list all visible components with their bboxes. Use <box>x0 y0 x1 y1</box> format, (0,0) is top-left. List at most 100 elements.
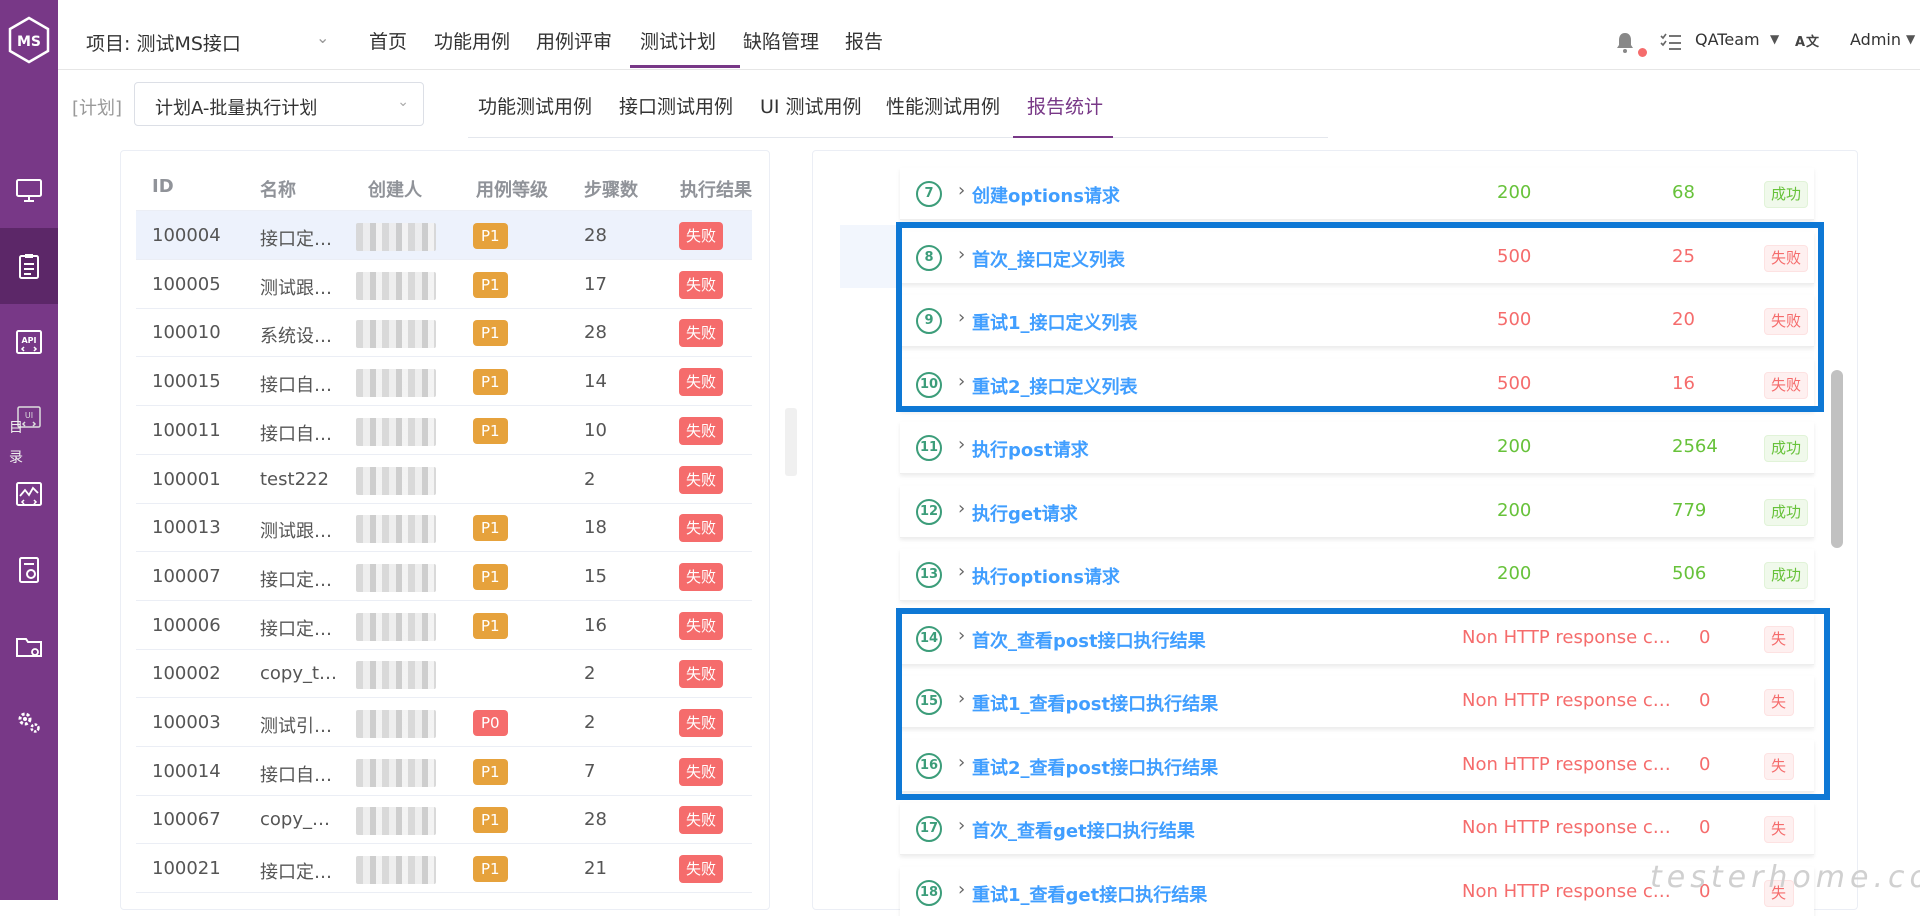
table-row[interactable]: 100003 测试引… P0 2 失败 <box>136 698 752 747</box>
table-row[interactable]: 100006 接口定… P1 16 失败 <box>136 601 752 650</box>
cell-name[interactable]: test222 <box>260 469 329 490</box>
table-row[interactable]: 100014 接口自… P1 7 失败 <box>136 747 752 796</box>
step-result-row[interactable]: 17 › 首次_查看get接口执行结果 Non HTTP response c… 0 失败 <box>900 803 1814 855</box>
metersphere-logo[interactable]: MS <box>8 16 50 64</box>
tab-ui-cases[interactable]: UI 测试用例 <box>760 92 862 119</box>
language-switch[interactable]: A文 <box>1795 31 1820 50</box>
expand-chevron-icon[interactable]: › <box>958 625 965 646</box>
sidebar-system-settings[interactable] <box>0 684 58 760</box>
sidebar-report[interactable] <box>0 532 58 608</box>
step-result-row[interactable]: 8 › 首次_接口定义列表 500 25 失败 <box>900 231 1814 284</box>
sidebar-api[interactable]: API <box>0 304 58 380</box>
cell-name[interactable]: 测试跟… <box>260 274 332 300</box>
sidebar-workbench[interactable] <box>0 152 58 228</box>
expand-chevron-icon[interactable]: › <box>958 244 965 265</box>
cell-name[interactable]: 系统设… <box>260 322 332 348</box>
step-name[interactable]: 重试2_查看post接口执行结果 <box>972 754 1218 780</box>
expand-chevron-icon[interactable]: › <box>958 371 965 392</box>
sidebar-project-settings[interactable] <box>0 608 58 684</box>
step-name[interactable]: 首次_查看post接口执行结果 <box>972 627 1206 653</box>
cell-name[interactable]: copy_… <box>260 809 330 830</box>
panel-splitter[interactable] <box>785 408 797 476</box>
column-header-level[interactable]: 用例等级 <box>476 176 548 202</box>
step-name[interactable]: 执行get请求 <box>972 500 1078 526</box>
cell-name[interactable]: copy_t… <box>260 663 337 684</box>
cell-name[interactable]: 接口自… <box>260 371 332 397</box>
step-result-row[interactable]: 11 › 执行post请求 200 2564 成功 <box>900 422 1814 474</box>
step-name[interactable]: 执行post请求 <box>972 436 1089 462</box>
tab-functional-cases[interactable]: 功能测试用例 <box>478 92 592 119</box>
cell-name[interactable]: 接口定… <box>260 225 332 251</box>
cell-name[interactable]: 接口定… <box>260 858 332 884</box>
step-name[interactable]: 首次_查看get接口执行结果 <box>972 817 1195 843</box>
bell-icon[interactable] <box>1614 30 1636 54</box>
expand-chevron-icon[interactable]: › <box>958 815 965 836</box>
sidebar-performance[interactable] <box>0 456 58 532</box>
table-row[interactable]: 100021 接口定… P1 21 失败 <box>136 844 752 894</box>
table-row[interactable]: 100005 测试跟… P1 17 失败 <box>136 260 752 309</box>
column-header-creator[interactable]: 创建人 <box>368 176 422 202</box>
tab-api-cases[interactable]: 接口测试用例 <box>619 92 733 119</box>
step-name[interactable]: 首次_接口定义列表 <box>972 246 1125 272</box>
step-name[interactable]: 创建options请求 <box>972 182 1120 208</box>
expand-chevron-icon[interactable]: › <box>958 434 965 455</box>
step-result-row[interactable]: 10 › 重试2_接口定义列表 500 16 失败 <box>900 358 1814 411</box>
nav-defect-management[interactable]: 缺陷管理 <box>743 27 819 54</box>
nav-case-review[interactable]: 用例评审 <box>536 27 612 54</box>
step-name[interactable]: 重试1_查看get接口执行结果 <box>972 881 1207 907</box>
step-name[interactable]: 执行options请求 <box>972 563 1120 589</box>
nav-report[interactable]: 报告 <box>845 27 883 54</box>
step-result-row[interactable]: 9 › 重试1_接口定义列表 500 20 失败 <box>900 295 1814 347</box>
plan-select[interactable]: 计划A-批量执行计划 ⌄ <box>134 82 424 126</box>
step-name[interactable]: 重试1_接口定义列表 <box>972 309 1138 335</box>
step-name[interactable]: 重试1_查看post接口执行结果 <box>972 690 1218 716</box>
project-selector[interactable]: 项目: 测试MS接口 <box>86 29 241 56</box>
nav-home[interactable]: 首页 <box>369 27 407 54</box>
expand-chevron-icon[interactable]: › <box>958 561 965 582</box>
cell-name[interactable]: 测试跟… <box>260 517 332 543</box>
vertical-scrollbar[interactable] <box>1831 370 1843 548</box>
sidebar-test-track[interactable] <box>0 228 58 304</box>
table-row[interactable]: 100007 接口定… P1 15 失败 <box>136 552 752 601</box>
cell-name[interactable]: 接口自… <box>260 761 332 787</box>
column-header-steps[interactable]: 步骤数 <box>584 176 638 202</box>
caret-down-icon[interactable]: ▼ <box>1770 32 1779 46</box>
expand-chevron-icon[interactable]: › <box>958 879 965 900</box>
step-result-row[interactable]: 13 › 执行options请求 200 506 成功 <box>900 549 1814 601</box>
nav-functional-cases[interactable]: 功能用例 <box>434 27 510 54</box>
table-row[interactable]: 100010 系统设… P1 28 失败 <box>136 308 752 358</box>
tab-report-statistics[interactable]: 报告统计 <box>1027 92 1103 119</box>
task-list-icon[interactable] <box>1660 32 1682 52</box>
step-result-row[interactable]: 7 › 创建options请求 200 68 成功 <box>900 168 1814 220</box>
table-row[interactable]: 100004 接口定… P1 28 失败 <box>136 211 752 260</box>
team-selector[interactable]: QATeam <box>1695 30 1760 49</box>
chevron-down-icon[interactable]: ⌄ <box>316 28 329 47</box>
column-header-result[interactable]: 执行结果 <box>680 176 752 202</box>
step-result-row[interactable]: 14 › 首次_查看post接口执行结果 Non HTTP response c… 0 失… <box>900 612 1814 665</box>
expand-chevron-icon[interactable]: › <box>958 180 965 201</box>
expand-chevron-icon[interactable]: › <box>958 688 965 709</box>
column-header-name[interactable]: 名称 <box>260 176 296 202</box>
cell-name[interactable]: 接口定… <box>260 566 332 592</box>
table-row[interactable]: 100001 test222 2 失败 <box>136 455 752 504</box>
step-result-row[interactable]: 15 › 重试1_查看post接口执行结果 Non HTTP response c… 0… <box>900 676 1814 728</box>
column-header-id[interactable]: ID <box>152 176 174 197</box>
expand-chevron-icon[interactable]: › <box>958 752 965 773</box>
cell-name[interactable]: 接口定… <box>260 615 332 641</box>
expand-chevron-icon[interactable]: › <box>958 498 965 519</box>
table-row[interactable]: 100002 copy_t… 2 失败 <box>136 649 752 699</box>
table-row[interactable]: 100011 接口自… P1 10 失败 <box>136 406 752 455</box>
cell-name[interactable]: 测试引… <box>260 712 332 738</box>
step-result-row[interactable]: 16 › 重试2_查看post接口执行结果 Non HTTP response c… 0… <box>900 739 1814 792</box>
expand-chevron-icon[interactable]: › <box>958 307 965 328</box>
caret-down-icon[interactable]: ▼ <box>1906 32 1915 46</box>
step-name[interactable]: 重试2_接口定义列表 <box>972 373 1138 399</box>
step-result-row[interactable]: 12 › 执行get请求 200 779 成功 <box>900 485 1814 538</box>
table-row[interactable]: 100067 copy_… P1 28 失败 <box>136 795 752 845</box>
nav-test-plan[interactable]: 测试计划 <box>640 27 716 54</box>
table-row[interactable]: 100015 接口自… P1 14 失败 <box>136 357 752 407</box>
cell-name[interactable]: 接口自… <box>260 420 332 446</box>
table-row[interactable]: 100013 测试跟… P1 18 失败 <box>136 503 752 553</box>
tab-performance-cases[interactable]: 性能测试用例 <box>886 92 1000 119</box>
user-menu[interactable]: Admin <box>1850 30 1901 49</box>
